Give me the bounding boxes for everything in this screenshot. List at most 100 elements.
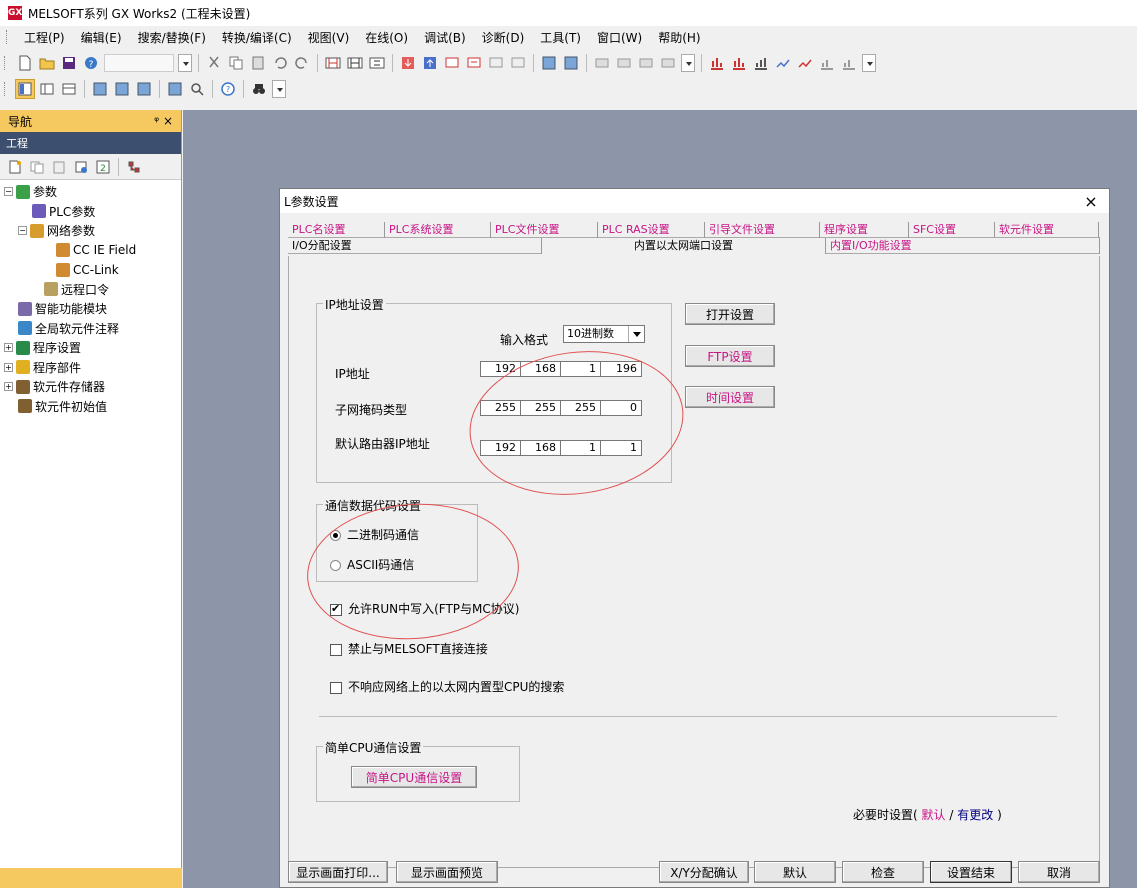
ladder-icon-2[interactable]: [345, 53, 365, 73]
read-plc-icon[interactable]: [420, 53, 440, 73]
binoculars-icon[interactable]: [249, 79, 269, 99]
tree-item-cc-ie-field[interactable]: CC IE Field: [4, 241, 181, 261]
tree-item-program-parts[interactable]: + 程序部件: [4, 358, 181, 378]
monitor-icon-3[interactable]: [486, 53, 506, 73]
chart-icon-7[interactable]: [839, 53, 859, 73]
ladder-icon-3[interactable]: [367, 53, 387, 73]
tree-item-remote-password[interactable]: 远程口令: [4, 280, 181, 300]
expand-icon[interactable]: +: [4, 362, 13, 372]
time-settings-button[interactable]: 时间设置: [685, 386, 775, 408]
chart-icon-5[interactable]: [795, 53, 815, 73]
paste-icon[interactable]: [248, 53, 268, 73]
panel-icon[interactable]: [37, 79, 57, 99]
property-icon[interactable]: [71, 157, 91, 177]
default-button[interactable]: 默认: [754, 861, 836, 883]
menu-find-replace[interactable]: 搜索/替换(F): [130, 29, 214, 46]
help-icon[interactable]: ?: [81, 53, 101, 73]
refresh-icon[interactable]: 2: [93, 157, 113, 177]
nav-pin-close-icon[interactable]: ᵠ ×: [154, 114, 173, 128]
tab-sfc[interactable]: SFC设置: [909, 222, 995, 238]
collapse-icon[interactable]: −: [18, 226, 27, 236]
cancel-button[interactable]: 取消: [1018, 861, 1100, 883]
xy-assign-confirm-button[interactable]: X/Y分配确认: [659, 861, 749, 883]
input-format-select[interactable]: 10进制数: [563, 325, 645, 343]
tree-item-plc-param[interactable]: PLC参数: [4, 202, 181, 222]
redo-icon[interactable]: [292, 53, 312, 73]
dev-panel-icon[interactable]: [90, 79, 110, 99]
tab-boot-file[interactable]: 引导文件设置: [705, 222, 820, 238]
tree-options-icon[interactable]: [124, 157, 144, 177]
tab-plc-name[interactable]: PLC名设置: [288, 222, 385, 238]
close-icon[interactable]: ×: [1081, 192, 1101, 211]
chart-icon-3[interactable]: [751, 53, 771, 73]
menu-compile[interactable]: 转换/编译(C): [214, 29, 300, 46]
ladder-icon[interactable]: [323, 53, 343, 73]
chart-icon-2[interactable]: [729, 53, 749, 73]
write-plc-icon[interactable]: [398, 53, 418, 73]
dev-icon[interactable]: [539, 53, 559, 73]
chart-icon-4[interactable]: [773, 53, 793, 73]
tree-item-cc-link[interactable]: CC-Link: [4, 260, 181, 280]
monitor-icon[interactable]: [442, 53, 462, 73]
monitor-icon-2[interactable]: [464, 53, 484, 73]
open-settings-button[interactable]: 打开设置: [685, 303, 775, 325]
preview-screen-button[interactable]: 显示画面预览: [396, 861, 498, 883]
dev-panel-icon-4[interactable]: [165, 79, 185, 99]
tree-item-intelligent-module[interactable]: 智能功能模块: [4, 299, 181, 319]
tree-item-program-setting[interactable]: + 程序设置: [4, 338, 181, 358]
tree-item-device-init[interactable]: 软元件初始值: [4, 397, 181, 417]
tab-program[interactable]: 程序设置: [820, 222, 909, 238]
chevron-down-icon[interactable]: [628, 326, 644, 342]
grey-tool-icon-2[interactable]: [614, 53, 634, 73]
simple-cpu-settings-button[interactable]: 简单CPU通信设置: [351, 766, 477, 788]
chart-icon-6[interactable]: [817, 53, 837, 73]
tab-plc-ras[interactable]: PLC RAS设置: [598, 222, 705, 238]
toolbar-dropdown-2[interactable]: [681, 54, 695, 72]
new-data-icon[interactable]: [5, 157, 25, 177]
menu-debug[interactable]: 调试(B): [416, 29, 474, 46]
open-folder-icon[interactable]: [37, 53, 57, 73]
menu-window[interactable]: 窗口(W): [589, 29, 650, 46]
expand-icon[interactable]: +: [4, 382, 13, 392]
menu-edit[interactable]: 编辑(E): [73, 29, 130, 46]
monitor-icon-4[interactable]: [508, 53, 528, 73]
toolbar2-dropdown[interactable]: [272, 80, 286, 98]
tree-item-network-param[interactable]: − 网络参数: [4, 221, 181, 241]
menu-help[interactable]: 帮助(H): [650, 29, 708, 46]
chart-icon[interactable]: [707, 53, 727, 73]
menu-project[interactable]: 工程(P): [16, 29, 73, 46]
checkbox-unchecked-icon[interactable]: [330, 643, 342, 656]
check-button[interactable]: 检查: [842, 861, 924, 883]
ftp-settings-button[interactable]: FTP设置: [685, 345, 775, 367]
checkbox-unchecked-icon[interactable]: [330, 681, 342, 694]
dev-icon-2[interactable]: [561, 53, 581, 73]
tree-item-global-comment[interactable]: 全局软元件注释: [4, 319, 181, 339]
grey-tool-icon-3[interactable]: [636, 53, 656, 73]
copy-icon[interactable]: [226, 53, 246, 73]
grey-tool-icon-4[interactable]: [658, 53, 678, 73]
expand-icon[interactable]: +: [4, 343, 13, 353]
menu-view[interactable]: 视图(V): [300, 29, 358, 46]
new-file-icon[interactable]: [15, 53, 35, 73]
collapse-icon[interactable]: −: [4, 187, 13, 197]
tab-device[interactable]: 软元件设置: [995, 222, 1099, 238]
grey-tool-icon[interactable]: [592, 53, 612, 73]
tab-io-assignment[interactable]: I/O分配设置: [288, 238, 542, 254]
forbid-direct-checkbox[interactable]: 禁止与MELSOFT直接连接: [330, 640, 488, 657]
tab-builtin-ethernet[interactable]: 内置以太网端口设置: [542, 238, 826, 254]
tab-builtin-io[interactable]: 内置I/O功能设置: [826, 238, 1100, 254]
tab-plc-file[interactable]: PLC文件设置: [491, 222, 598, 238]
help-circle-icon[interactable]: ?: [218, 79, 238, 99]
menu-tool[interactable]: 工具(T): [532, 29, 589, 46]
no-search-response-checkbox[interactable]: 不响应网络上的以太网内置型CPU的搜索: [330, 678, 564, 695]
undo-icon[interactable]: [270, 53, 290, 73]
find-icon[interactable]: [187, 79, 207, 99]
panel-icon-2[interactable]: [59, 79, 79, 99]
toolbar-dropdown[interactable]: [178, 54, 192, 72]
tree-item-device-memory[interactable]: + 软元件存储器: [4, 377, 181, 397]
dev-panel-icon-3[interactable]: [134, 79, 154, 99]
dev-panel-icon-2[interactable]: [112, 79, 132, 99]
menu-diagnostics[interactable]: 诊断(D): [474, 29, 533, 46]
cut-icon[interactable]: [204, 53, 224, 73]
navigation-toggle-icon[interactable]: [15, 79, 35, 99]
